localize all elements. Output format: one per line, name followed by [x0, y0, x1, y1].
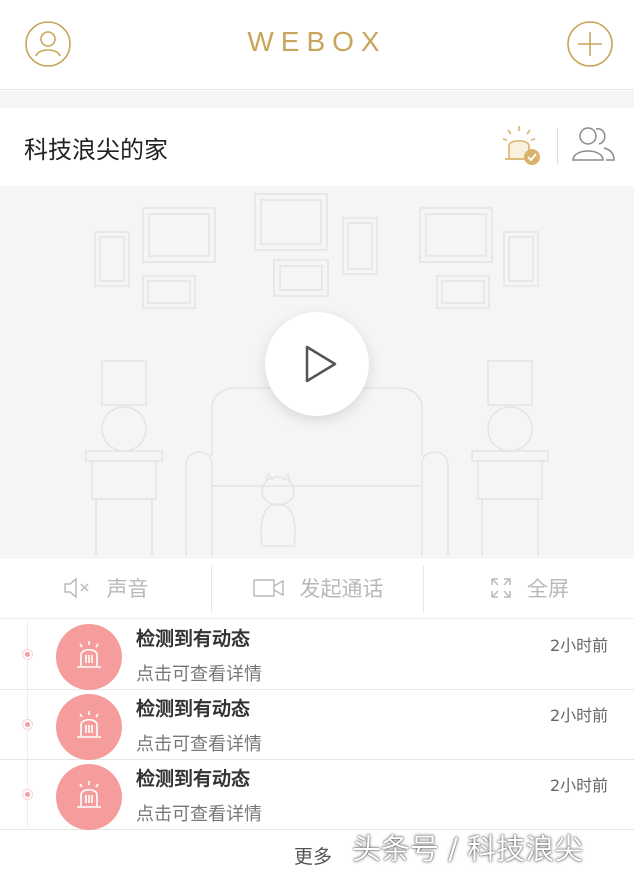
event-title: 检测到有动态 — [136, 628, 251, 650]
timeline-dot — [23, 720, 32, 729]
timeline-dot — [23, 650, 32, 659]
plus-icon[interactable] — [566, 20, 614, 68]
event-title: 检测到有动态 — [136, 768, 251, 790]
watermark: 头条号 / 科技浪尖 — [352, 832, 584, 866]
home-title: 科技浪尖的家 — [24, 136, 168, 164]
sound-label: 声音 — [106, 577, 149, 601]
fullscreen-button[interactable]: 全屏 — [424, 558, 634, 618]
fullscreen-label: 全屏 — [527, 577, 569, 601]
alarm-siren-icon — [56, 764, 122, 830]
video-preview[interactable] — [0, 186, 634, 556]
top-bar: WEBOX — [0, 0, 634, 90]
event-time: 2小时前 — [550, 636, 609, 655]
control-bar: 声音 发起通话 全屏 — [0, 557, 634, 619]
event-time: 2小时前 — [550, 776, 609, 795]
users-icon[interactable] — [568, 122, 618, 168]
list-item[interactable]: 检测到有动态 点击可查看详情 2小时前 — [0, 620, 634, 690]
speaker-muted-icon — [63, 577, 89, 599]
video-camera-icon — [252, 579, 284, 597]
event-title: 检测到有动态 — [136, 698, 251, 720]
sound-button[interactable]: 声音 — [0, 558, 211, 618]
alarm-armed-icon[interactable] — [500, 124, 544, 168]
event-time: 2小时前 — [550, 706, 609, 725]
more-link[interactable]: 更多 — [294, 842, 332, 869]
section-gap — [0, 91, 634, 108]
play-icon — [305, 345, 337, 383]
start-call-label: 发起通话 — [299, 577, 384, 601]
list-item[interactable]: 检测到有动态 点击可查看详情 2小时前 — [0, 690, 634, 760]
alarm-siren-icon — [56, 694, 122, 760]
divider — [557, 128, 558, 164]
list-item[interactable]: 检测到有动态 点击可查看详情 2小时前 — [0, 760, 634, 830]
event-subtitle: 点击可查看详情 — [136, 734, 262, 755]
brand-logo: WEBOX — [247, 26, 387, 57]
event-subtitle: 点击可查看详情 — [136, 804, 262, 825]
alarm-siren-icon — [56, 624, 122, 690]
fullscreen-icon — [491, 578, 511, 598]
event-subtitle: 点击可查看详情 — [136, 664, 262, 685]
timeline-dot — [23, 790, 32, 799]
play-button[interactable] — [265, 312, 369, 416]
start-call-button[interactable]: 发起通话 — [212, 558, 423, 618]
